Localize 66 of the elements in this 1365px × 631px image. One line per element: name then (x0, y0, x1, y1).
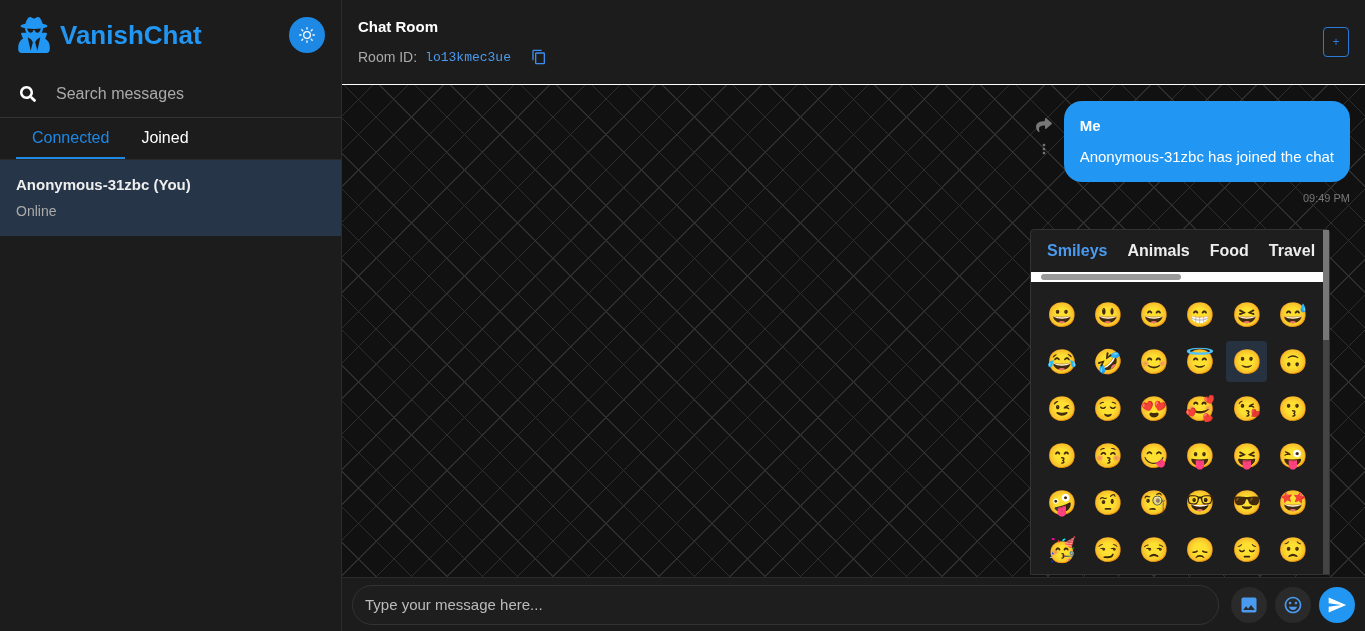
emoji-button[interactable]: 😋 (1133, 435, 1175, 476)
message-time: 09:49 PM (1302, 191, 1350, 206)
emoji-button[interactable]: 🙃 (1272, 341, 1314, 382)
emoji-button[interactable]: 😆 (1226, 294, 1268, 335)
emoji-button[interactable]: 😘 (1226, 388, 1268, 429)
emoji-button[interactable]: 😗 (1272, 388, 1314, 429)
emoji-button[interactable]: 😅 (1272, 294, 1314, 335)
emoji-button[interactable]: 😒 (1133, 529, 1175, 570)
emoji-button[interactable]: 😇 (1180, 341, 1221, 382)
emoji-button[interactable]: 😊 (1133, 341, 1175, 382)
emoji-button[interactable]: 😜 (1272, 435, 1314, 476)
emoji-button[interactable]: 😁 (1180, 294, 1221, 335)
emoji-button[interactable]: 🧐 (1133, 482, 1175, 523)
user-list-item[interactable]: Anonymous-31zbc (You) Online (0, 160, 341, 236)
sun-icon (299, 27, 315, 43)
emoji-button[interactable]: 😚 (1087, 435, 1129, 476)
emoji-category-tab[interactable]: Food (1209, 239, 1249, 263)
emoji-button[interactable]: 😙 (1041, 435, 1082, 476)
tab[interactable]: Joined (125, 118, 205, 159)
room-title: Chat Room (358, 17, 439, 38)
emoji-button[interactable]: 😃 (1087, 294, 1129, 335)
image-button[interactable] (1231, 586, 1267, 623)
room-id-label: Room ID: (358, 47, 418, 67)
emoji-button[interactable]: 😌 (1087, 388, 1129, 429)
horizontal-scrollbar[interactable] (1031, 272, 1323, 282)
emoji-button[interactable]: 🥰 (1180, 388, 1221, 429)
emoji-button[interactable]: 😍 (1133, 388, 1175, 429)
theme-toggle-button[interactable] (289, 17, 325, 53)
user-name: Anonymous-31zbc (You) (16, 175, 192, 196)
message-input[interactable]: Type your message here... (352, 584, 1219, 625)
vertical-scrollbar[interactable] (1323, 230, 1329, 574)
emoji-button[interactable]: 😝 (1226, 435, 1268, 476)
search-icon (20, 85, 36, 102)
emoji-category-tab[interactable]: Animals (1127, 239, 1190, 263)
emoji-button[interactable]: 😉 (1041, 388, 1082, 429)
emoji-button[interactable]: 🤩 (1272, 482, 1314, 523)
emoji-button[interactable]: 🙂 (1226, 341, 1268, 382)
spy-logo-icon (16, 17, 52, 53)
user-status: Online (16, 201, 58, 221)
search-field[interactable]: Search messages (56, 81, 321, 106)
smiley-icon (1283, 594, 1303, 615)
emoji-button[interactable]: 😀 (1041, 294, 1082, 335)
emoji-button[interactable]: 😎 (1226, 482, 1268, 523)
emoji-button[interactable]: 🤪 (1041, 482, 1082, 523)
emoji-button-toggle[interactable] (1275, 586, 1311, 623)
send-button[interactable] (1319, 586, 1355, 623)
emoji-button[interactable]: 🤓 (1180, 482, 1221, 523)
emoji-button[interactable]: 😄 (1133, 294, 1175, 335)
copy-button[interactable] (530, 49, 547, 66)
emoji-category-tab[interactable]: Travel (1268, 239, 1316, 263)
emoji-button[interactable]: 😟 (1272, 529, 1314, 570)
emoji-button[interactable]: 😂 (1041, 341, 1082, 382)
room-id: lo13kmec3ue (425, 48, 511, 67)
brand-name: VanishChat (60, 18, 202, 52)
message-text: Anonymous-31zbc has joined the chat (1079, 146, 1334, 167)
emoji-button[interactable]: 😏 (1087, 529, 1129, 570)
emoji-button[interactable]: 🤨 (1087, 482, 1129, 523)
message-sender: Me (1079, 116, 1102, 136)
emoji-button[interactable]: 🤣 (1087, 341, 1129, 382)
emoji-button[interactable]: 😛 (1180, 435, 1221, 476)
emoji-category-tab[interactable]: Smileys (1047, 239, 1108, 263)
emoji-button[interactable]: 😞 (1180, 529, 1221, 570)
emoji-button[interactable]: 🥳 (1041, 529, 1082, 570)
forward-icon[interactable] (1035, 117, 1052, 133)
emoji-button[interactable]: 😔 (1226, 529, 1268, 570)
add-button[interactable]: + (1323, 27, 1349, 57)
